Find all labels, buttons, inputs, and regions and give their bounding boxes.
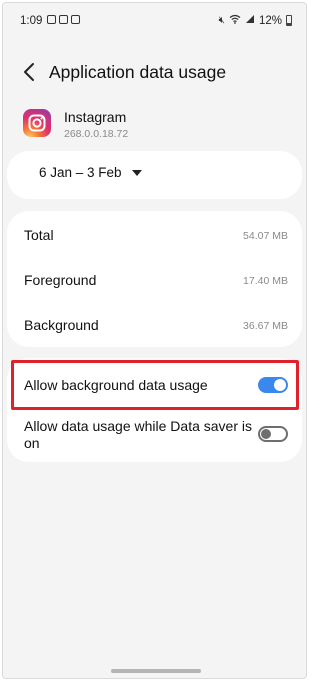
dropdown-caret-icon (131, 169, 142, 176)
instagram-icon (23, 109, 51, 137)
mute-icon: 🔇︎ (218, 15, 225, 26)
app-info: Instagram 268.0.0.18.72 (3, 107, 306, 147)
date-range-card: 6 Jan – 3 Feb (7, 151, 302, 199)
usage-value: 54.07 MB (243, 230, 288, 242)
allow-background-data-row[interactable]: Allow background data usage (7, 358, 302, 410)
usage-row-background: Background 36.67 MB (7, 303, 302, 347)
status-time: 1:09 (20, 15, 43, 27)
camera-notification-icon (59, 15, 68, 24)
data-permissions-card: Allow background data usage Allow data u… (7, 358, 302, 462)
allow-data-saver-label: Allow data usage while Data saver is on (24, 418, 253, 451)
toggle-knob (274, 379, 286, 391)
chevron-left-icon (24, 63, 34, 81)
news-notification-icon (71, 15, 80, 24)
wifi-icon (229, 14, 241, 27)
app-version: 268.0.0.18.72 (64, 128, 129, 140)
allow-data-saver-row[interactable]: Allow data usage while Data saver is on (7, 410, 302, 462)
date-range-label: 6 Jan – 3 Feb (39, 165, 122, 180)
gallery-notification-icon (47, 15, 56, 24)
phone-screen: 1:09 🔇︎ 12% Application data usage Insta… (2, 2, 307, 679)
date-range-dropdown[interactable]: 6 Jan – 3 Feb (39, 165, 142, 180)
page-title: Application data usage (49, 62, 227, 82)
app-name: Instagram (64, 109, 127, 125)
navigation-handle[interactable] (111, 669, 201, 673)
usage-row-total: Total 54.07 MB (7, 213, 302, 257)
battery-percent: 12% (258, 14, 282, 27)
signal-icon (245, 14, 255, 27)
toggle-knob (261, 429, 271, 439)
usage-label: Background (24, 317, 99, 333)
usage-summary-card: Total 54.07 MB Foreground 17.40 MB Backg… (7, 211, 302, 347)
usage-label: Foreground (24, 272, 97, 288)
notification-icons (47, 15, 80, 24)
allow-background-data-toggle[interactable] (258, 377, 288, 393)
battery-icon (286, 15, 292, 26)
app-bar: Application data usage (3, 53, 306, 93)
usage-label: Total (24, 227, 54, 243)
usage-row-foreground: Foreground 17.40 MB (7, 258, 302, 302)
status-right: 🔇︎ 12% (219, 14, 292, 27)
status-bar: 1:09 🔇︎ 12% (3, 3, 306, 39)
usage-value: 36.67 MB (243, 320, 288, 332)
usage-value: 17.40 MB (243, 275, 288, 287)
allow-data-saver-toggle[interactable] (258, 426, 288, 442)
back-button[interactable] (17, 59, 43, 85)
allow-background-data-label: Allow background data usage (24, 377, 208, 393)
